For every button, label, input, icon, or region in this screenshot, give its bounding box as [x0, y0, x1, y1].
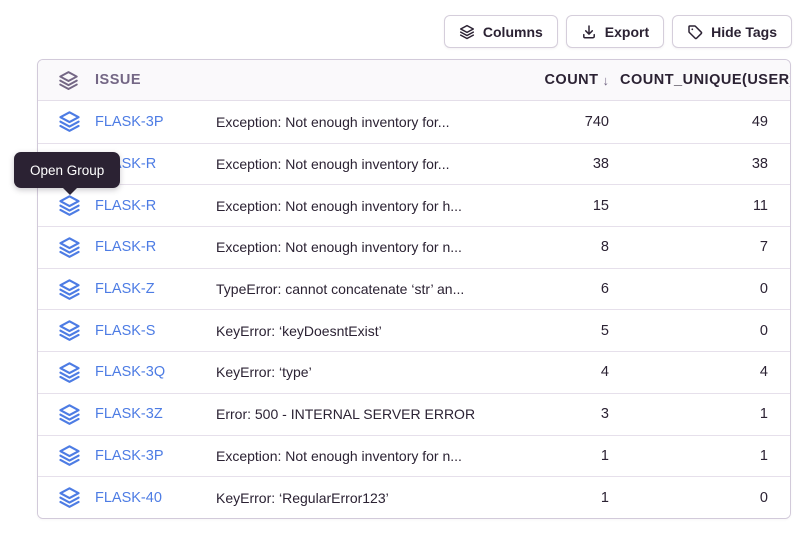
count-value: 1 — [505, 448, 620, 464]
issue-link[interactable]: FLASK-R — [82, 198, 202, 214]
issue-group-icon[interactable] — [38, 278, 82, 301]
count-unique-value: 7 — [620, 239, 790, 255]
issue-title: Exception: Not enough inventory for n... — [202, 239, 505, 255]
download-icon — [581, 24, 597, 40]
header-count-unique[interactable]: COUNT_UNIQUE(USER) — [620, 72, 790, 88]
issue-group-icon[interactable] — [38, 194, 82, 217]
issue-group-icon[interactable] — [38, 486, 82, 509]
table-row[interactable]: FLASK-R Exception: Not enough inventory … — [38, 143, 790, 185]
table-row[interactable]: FLASK-3P Exception: Not enough inventory… — [38, 101, 790, 143]
sort-descending-icon: ↓ — [603, 73, 610, 88]
export-button-label: Export — [605, 24, 649, 40]
hide-tags-button[interactable]: Hide Tags — [672, 15, 792, 48]
page: Columns Export Hide Tags ISSUE COUNT ↓ C — [0, 0, 807, 538]
table-row[interactable]: FLASK-3Q KeyError: ‘type’ 4 4 — [38, 351, 790, 393]
issue-link[interactable]: FLASK-40 — [82, 490, 202, 506]
issue-link[interactable]: FLASK-S — [82, 323, 202, 339]
count-unique-value: 0 — [620, 323, 790, 339]
count-unique-value: 11 — [620, 198, 790, 214]
tooltip: Open Group — [14, 152, 120, 188]
issues-table: ISSUE COUNT ↓ COUNT_UNIQUE(USER) FLASK-3… — [37, 59, 791, 519]
issue-link[interactable]: FLASK-3Q — [82, 364, 202, 380]
issue-link[interactable]: FLASK-3Z — [82, 406, 202, 422]
issue-group-icon[interactable] — [38, 110, 82, 133]
issue-group-icon[interactable] — [38, 444, 82, 467]
toolbar: Columns Export Hide Tags — [444, 15, 792, 48]
count-value: 3 — [505, 406, 620, 422]
table-row[interactable]: FLASK-3P Exception: Not enough inventory… — [38, 435, 790, 477]
issue-title: Exception: Not enough inventory for n... — [202, 448, 505, 464]
issue-link[interactable]: FLASK-3P — [82, 448, 202, 464]
count-unique-value: 49 — [620, 114, 790, 130]
issue-title: Exception: Not enough inventory for... — [202, 114, 505, 130]
count-value: 740 — [505, 114, 620, 130]
count-unique-value: 38 — [620, 156, 790, 172]
tooltip-label: Open Group — [30, 163, 104, 178]
issue-title: KeyError: ‘RegularError123’ — [202, 490, 505, 506]
header-count-label: COUNT — [544, 72, 598, 88]
count-value: 4 — [505, 364, 620, 380]
issue-group-icon[interactable] — [38, 361, 82, 384]
table-rows: FLASK-3P Exception: Not enough inventory… — [38, 101, 790, 518]
issue-title: KeyError: ‘keyDoesntExist’ — [202, 323, 505, 339]
header-issue[interactable]: ISSUE — [82, 72, 202, 88]
issue-title: Exception: Not enough inventory for h... — [202, 198, 505, 214]
columns-button-label: Columns — [483, 24, 543, 40]
issue-title: Exception: Not enough inventory for... — [202, 156, 505, 172]
table-row[interactable]: FLASK-R Exception: Not enough inventory … — [38, 184, 790, 226]
table-row[interactable]: FLASK-40 KeyError: ‘RegularError123’ 1 0 — [38, 476, 790, 518]
table-row[interactable]: FLASK-R Exception: Not enough inventory … — [38, 226, 790, 268]
stack-icon — [459, 24, 475, 40]
count-value: 6 — [505, 281, 620, 297]
issue-link[interactable]: FLASK-3P — [82, 114, 202, 130]
count-unique-value: 4 — [620, 364, 790, 380]
tooltip-caret-icon — [62, 187, 78, 195]
count-unique-value: 0 — [620, 490, 790, 506]
issue-group-icon[interactable] — [38, 319, 82, 342]
count-value: 15 — [505, 198, 620, 214]
issue-column-icon — [38, 70, 82, 91]
hide-tags-button-label: Hide Tags — [711, 24, 777, 40]
tag-icon — [687, 24, 703, 40]
count-unique-value: 1 — [620, 448, 790, 464]
table-header: ISSUE COUNT ↓ COUNT_UNIQUE(USER) — [38, 60, 790, 101]
count-value: 1 — [505, 490, 620, 506]
issue-title: Error: 500 - INTERNAL SERVER ERROR — [202, 406, 505, 422]
count-unique-value: 1 — [620, 406, 790, 422]
table-row[interactable]: FLASK-3Z Error: 500 - INTERNAL SERVER ER… — [38, 393, 790, 435]
issue-group-icon[interactable] — [38, 403, 82, 426]
issue-link[interactable]: FLASK-R — [82, 239, 202, 255]
export-button[interactable]: Export — [566, 15, 664, 48]
count-value: 38 — [505, 156, 620, 172]
columns-button[interactable]: Columns — [444, 15, 558, 48]
count-value: 8 — [505, 239, 620, 255]
count-unique-value: 0 — [620, 281, 790, 297]
issue-title: TypeError: cannot concatenate ‘str’ an..… — [202, 281, 505, 297]
table-row[interactable]: FLASK-S KeyError: ‘keyDoesntExist’ 5 0 — [38, 309, 790, 351]
issue-link[interactable]: FLASK-Z — [82, 281, 202, 297]
header-count[interactable]: COUNT ↓ — [505, 72, 620, 88]
issue-title: KeyError: ‘type’ — [202, 364, 505, 380]
issue-group-icon[interactable] — [38, 236, 82, 259]
stack-icon — [58, 70, 79, 91]
table-row[interactable]: FLASK-Z TypeError: cannot concatenate ‘s… — [38, 268, 790, 310]
count-value: 5 — [505, 323, 620, 339]
